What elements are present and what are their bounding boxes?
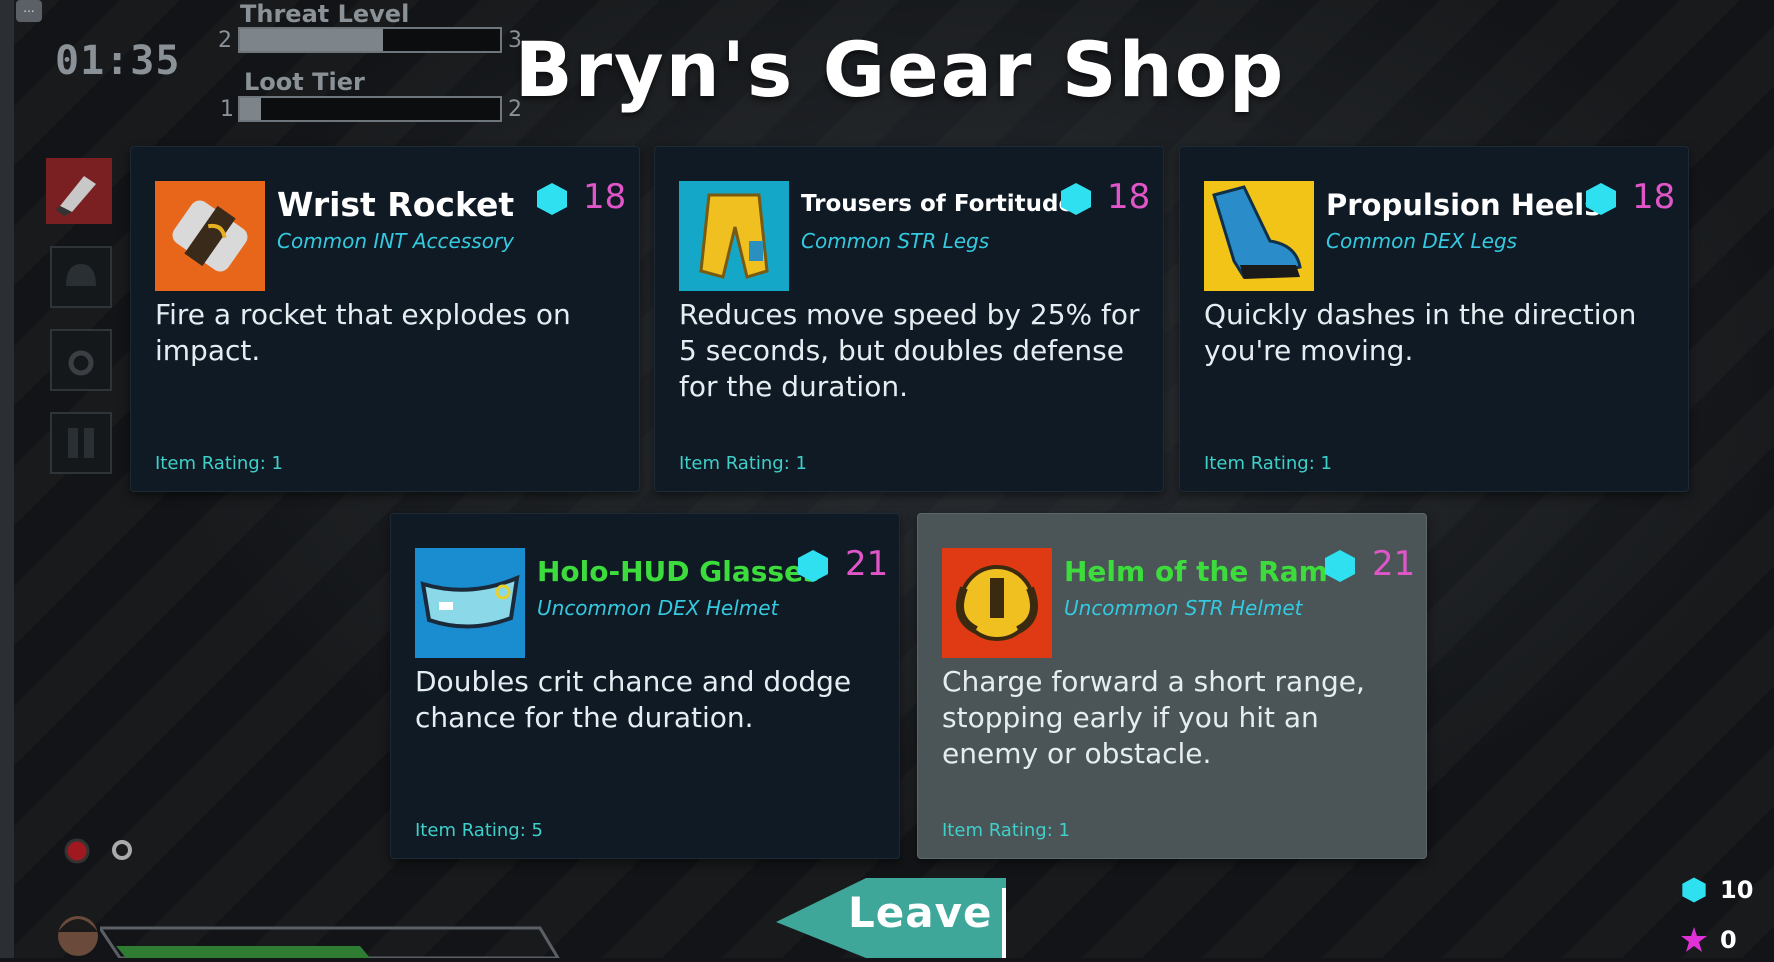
leave-button[interactable]: Leave (776, 878, 1006, 958)
equip-slot-legs[interactable] (50, 412, 112, 474)
item-rarity: Common STR Legs (801, 229, 990, 253)
ram-helm-icon (942, 548, 1052, 658)
item-name: Helm of the Ram (1064, 555, 1328, 588)
item-rating: Item Rating: 1 (155, 453, 283, 474)
item-name: Propulsion Heels (1326, 188, 1602, 222)
item-description: Quickly dashes in the direction you're m… (1204, 298, 1637, 367)
gem-icon (1325, 550, 1355, 582)
item-rating: Item Rating: 5 (415, 820, 543, 841)
item-description: Reduces move speed by 25% for 5 seconds,… (679, 298, 1140, 403)
gem-currency: 10 (1680, 876, 1753, 910)
item-price: 21 (845, 544, 889, 584)
gem-icon (798, 550, 828, 582)
potion-icon (64, 838, 90, 864)
item-rarity: Common DEX Legs (1326, 229, 1518, 253)
star-currency: 0 (1680, 926, 1737, 960)
ring-icon (112, 840, 132, 860)
ring-slot-icon (68, 350, 94, 376)
shop-item-card[interactable]: Propulsion Heels Common DEX Legs 18 Quic… (1179, 146, 1689, 492)
weapon-icon (56, 176, 96, 216)
boot-icon (1204, 181, 1314, 291)
glasses-icon (415, 548, 525, 658)
item-price: 21 (1372, 544, 1416, 584)
trousers-icon (679, 181, 789, 291)
threat-level-label: Threat Level (240, 0, 410, 28)
gem-icon (1061, 183, 1091, 215)
item-rating: Item Rating: 1 (1204, 453, 1332, 474)
item-name: Trousers of Fortitude (801, 191, 1075, 217)
shop-title: Bryn's Gear Shop (514, 25, 1286, 114)
item-rating: Item Rating: 1 (679, 453, 807, 474)
shop-item-card[interactable]: Trousers of Fortitude Common STR Legs 18… (654, 146, 1164, 492)
equip-slot-helmet[interactable] (50, 246, 112, 308)
item-price: 18 (1632, 177, 1676, 217)
shop-item-card[interactable]: Holo-HUD Glasses Uncommon DEX Helmet 21 … (390, 513, 900, 859)
gem-icon (537, 183, 567, 215)
player-portrait-icon (58, 916, 98, 956)
equip-slot-accessory[interactable] (46, 158, 112, 224)
wrist-rocket-icon (155, 181, 265, 291)
item-description: Charge forward a short range, stopping e… (942, 665, 1365, 770)
star-currency-icon (1681, 927, 1707, 952)
item-name: Wrist Rocket (277, 185, 515, 224)
shop-item-card[interactable]: Wrist Rocket Common INT Accessory 18 Fir… (130, 146, 640, 492)
gem-icon (1586, 183, 1616, 215)
item-rating: Item Rating: 1 (942, 820, 1070, 841)
menu-button[interactable]: ... (16, 0, 42, 22)
helmet-slot-icon (66, 264, 96, 286)
item-name: Holo-HUD Glasses (537, 555, 820, 588)
item-rarity: Common INT Accessory (277, 229, 514, 253)
item-price: 18 (1107, 177, 1151, 217)
health-bar (100, 926, 560, 958)
item-description: Doubles crit chance and dodge chance for… (415, 665, 852, 734)
shop-item-card-selected[interactable]: Helm of the Ram Uncommon STR Helmet 21 C… (917, 513, 1427, 859)
leave-label: Leave (848, 888, 993, 937)
item-rarity: Uncommon STR Helmet (1064, 596, 1303, 620)
gem-count: 10 (1720, 876, 1754, 904)
star-count: 0 (1720, 926, 1737, 954)
boots-slot-icon (68, 428, 94, 458)
gem-currency-icon (1682, 877, 1706, 903)
equip-slot-ring[interactable] (50, 329, 112, 391)
window-edge (0, 0, 14, 958)
item-price: 18 (583, 177, 627, 217)
item-rarity: Uncommon DEX Helmet (537, 596, 779, 620)
item-description: Fire a rocket that explodes on impact. (155, 298, 571, 367)
